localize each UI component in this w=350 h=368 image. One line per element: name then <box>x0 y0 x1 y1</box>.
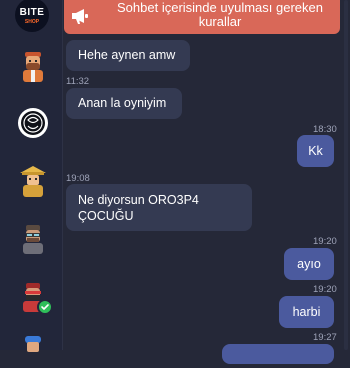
user-avatar-4[interactable] <box>16 222 50 256</box>
online-check-badge <box>37 299 53 315</box>
cap-avatar-icon <box>25 336 41 352</box>
message-bubble[interactable] <box>222 344 334 364</box>
message-text: harbi <box>292 305 321 319</box>
user-avatar-1[interactable] <box>16 50 50 84</box>
user-avatar-2[interactable] <box>16 106 50 140</box>
message-text: Hehe aynen amw <box>78 48 176 62</box>
message-time: 19:20 <box>313 236 337 247</box>
megaphone-icon <box>72 9 88 24</box>
message-text: Kk <box>308 144 323 158</box>
message-bubble[interactable]: Anan la oyniyim <box>66 88 182 119</box>
brand-name: BITE <box>19 6 45 18</box>
message-text: Ne diyorsun ORO3P4 ÇOCUĞU <box>78 193 199 223</box>
user-avatar-6[interactable] <box>16 334 50 368</box>
message-bubble[interactable]: Ne diyorsun ORO3P4 ÇOCUĞU <box>66 184 252 231</box>
bite-shop-logo[interactable]: BITE SHOP <box>15 0 49 32</box>
message-time: 11:32 <box>66 76 90 87</box>
chat-panel: Sohbet içerisinde uyulması gereken kural… <box>62 0 350 364</box>
bearded-man-avatar-icon <box>23 52 43 82</box>
message-bubble[interactable]: Kk <box>297 135 334 167</box>
goggles-avatar-icon <box>23 225 43 254</box>
chat-scrollbar[interactable] <box>344 0 348 350</box>
rules-banner[interactable]: Sohbet içerisinde uyulması gereken kural… <box>64 0 340 34</box>
message-text: Anan la oyniyim <box>78 96 167 110</box>
banner-text: Sohbet içerisinde uyulması gereken kural… <box>117 0 323 29</box>
user-avatar-3[interactable] <box>16 164 50 198</box>
message-time: 18:30 <box>313 124 337 135</box>
brand-subtitle: SHOP <box>24 18 40 25</box>
message-bubble[interactable]: ayıo <box>284 248 334 280</box>
message-time: 19:08 <box>66 173 90 184</box>
message-time: 19:20 <box>313 284 337 295</box>
message-time: 19:27 <box>313 332 337 343</box>
emblem-avatar-icon <box>18 108 48 138</box>
message-text: ayıo <box>297 257 321 271</box>
straw-hat-avatar-icon <box>20 166 46 197</box>
message-bubble[interactable]: Hehe aynen amw <box>66 40 190 71</box>
message-bubble[interactable]: harbi <box>279 296 334 328</box>
sidebar: BITE SHOP <box>0 0 63 352</box>
check-icon <box>41 304 49 310</box>
